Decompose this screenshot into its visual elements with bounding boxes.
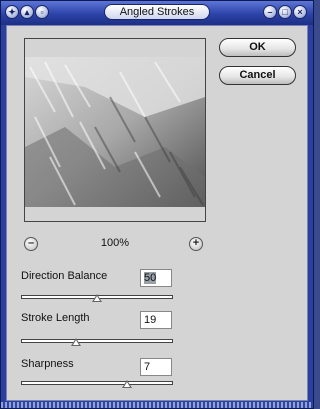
stroke-length-label: Stroke Length xyxy=(21,312,90,324)
slider-thumb[interactable] xyxy=(71,338,81,346)
x-icon[interactable]: × xyxy=(293,5,307,19)
zoom-in-icon[interactable]: + xyxy=(189,237,203,251)
box-icon[interactable]: ▫ xyxy=(35,5,49,19)
minus-icon[interactable]: – xyxy=(263,5,277,19)
slider-thumb[interactable] xyxy=(92,294,102,302)
preview-image[interactable] xyxy=(25,57,205,207)
window-title: Angled Strokes xyxy=(104,4,210,20)
direction-balance-label: Direction Balance xyxy=(21,270,108,282)
zoom-out-icon[interactable]: – xyxy=(24,237,38,251)
filter-dialog: ✦ ▴ ▫ Angled Strokes – □ × OK Cancel – 1… xyxy=(0,0,314,409)
direction-balance-input[interactable]: 50 xyxy=(140,269,172,287)
window-bottom-edge xyxy=(1,402,313,408)
pin-icon[interactable]: ✦ xyxy=(5,5,19,19)
square-icon[interactable]: □ xyxy=(278,5,292,19)
eject-icon[interactable]: ▴ xyxy=(20,5,34,19)
sharpness-slider[interactable] xyxy=(21,380,173,388)
ok-button[interactable]: OK xyxy=(219,38,296,57)
zoom-level: 100% xyxy=(100,237,130,249)
stroke-length-slider[interactable] xyxy=(21,338,173,346)
sharpness-input[interactable]: 7 xyxy=(140,358,172,376)
title-bar[interactable]: ✦ ▴ ▫ Angled Strokes – □ × xyxy=(1,1,313,25)
sharpness-label: Sharpness xyxy=(21,358,74,370)
dialog-body: OK Cancel – 100% + Direction Balance 50 … xyxy=(6,25,308,401)
stroke-length-input[interactable]: 19 xyxy=(140,311,172,329)
direction-balance-slider[interactable] xyxy=(21,294,173,302)
slider-thumb[interactable] xyxy=(122,380,132,388)
preview-frame[interactable] xyxy=(24,38,206,222)
cancel-button[interactable]: Cancel xyxy=(219,66,296,85)
